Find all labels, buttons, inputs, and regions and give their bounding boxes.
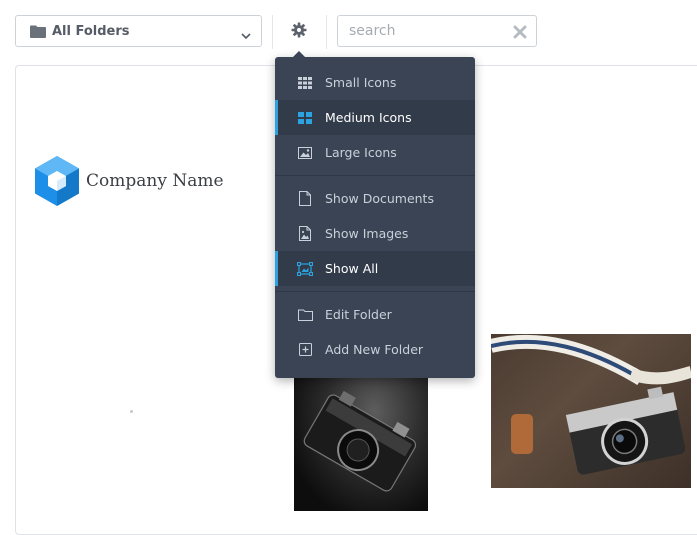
folder-select-value: All Folders bbox=[52, 23, 130, 39]
menu-item-label: Show All bbox=[325, 261, 379, 276]
settings-dropdown-menu: Small Icons Medium Icons Large Icons Sho… bbox=[275, 51, 475, 378]
grid-small-icon bbox=[297, 75, 313, 91]
company-logo-thumbnail[interactable]: Company Name bbox=[33, 154, 224, 208]
menu-item-add-new-folder[interactable]: Add New Folder bbox=[275, 332, 475, 367]
menu-item-label: Show Images bbox=[325, 226, 409, 241]
menu-item-large-icons[interactable]: Large Icons bbox=[275, 135, 475, 170]
menu-item-edit-folder[interactable]: Edit Folder bbox=[275, 297, 475, 332]
settings-gear-button[interactable] bbox=[289, 20, 309, 40]
gear-icon bbox=[291, 22, 307, 38]
chevron-down-icon bbox=[241, 26, 251, 40]
menu-divider bbox=[275, 175, 475, 176]
toolbar: All Folders bbox=[0, 0, 697, 62]
menu-item-label: Show Documents bbox=[325, 191, 434, 206]
folder-select[interactable]: All Folders bbox=[15, 15, 262, 47]
image-file-icon bbox=[297, 226, 313, 242]
document-icon bbox=[297, 191, 313, 207]
menu-item-small-icons[interactable]: Small Icons bbox=[275, 65, 475, 100]
menu-item-label: Small Icons bbox=[325, 75, 397, 90]
clear-search-icon[interactable] bbox=[513, 24, 527, 39]
show-all-icon bbox=[297, 261, 313, 277]
plus-square-icon bbox=[297, 342, 313, 358]
menu-item-label: Large Icons bbox=[325, 145, 397, 160]
folder-outline-icon bbox=[297, 307, 313, 323]
menu-item-show-images[interactable]: Show Images bbox=[275, 216, 475, 251]
toolbar-divider bbox=[326, 15, 327, 49]
search-input[interactable] bbox=[338, 16, 498, 46]
folder-icon bbox=[30, 25, 46, 38]
search-box bbox=[337, 15, 537, 47]
small-thumbnail-dot bbox=[130, 410, 133, 413]
company-name-text: Company Name bbox=[86, 171, 224, 191]
menu-item-label: Edit Folder bbox=[325, 307, 392, 322]
hexagon-logo-icon bbox=[35, 156, 79, 206]
menu-item-label: Medium Icons bbox=[325, 110, 412, 125]
menu-item-label: Add New Folder bbox=[325, 342, 424, 357]
menu-divider bbox=[275, 291, 475, 292]
menu-item-show-all[interactable]: Show All bbox=[275, 251, 475, 286]
image-large-icon bbox=[297, 145, 313, 161]
camera-bw-thumbnail[interactable] bbox=[294, 368, 428, 511]
camera-strap-thumbnail[interactable] bbox=[491, 334, 691, 488]
grid-medium-icon bbox=[297, 110, 313, 126]
toolbar-divider bbox=[272, 15, 273, 49]
menu-item-show-documents[interactable]: Show Documents bbox=[275, 181, 475, 216]
menu-item-medium-icons[interactable]: Medium Icons bbox=[275, 100, 475, 135]
